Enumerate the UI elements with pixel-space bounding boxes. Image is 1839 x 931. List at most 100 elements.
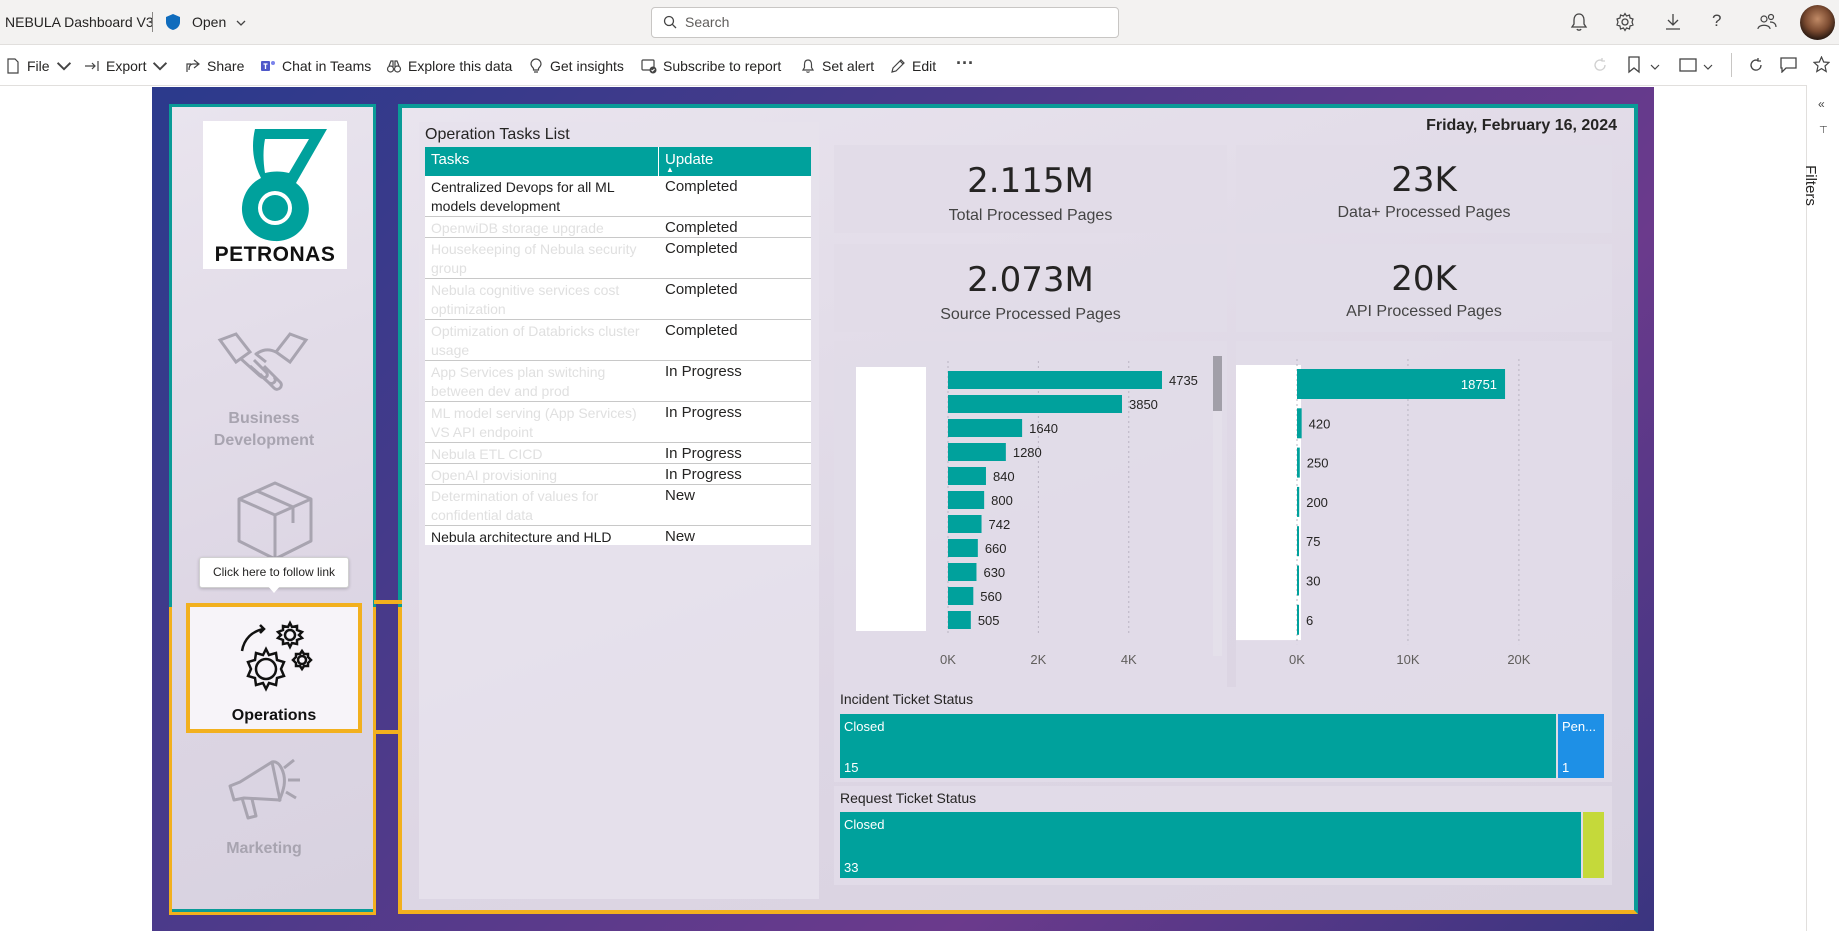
app-header: NEBULA Dashboard V3 Open Search ? bbox=[0, 0, 1839, 45]
chevron-down-icon[interactable] bbox=[1650, 59, 1660, 77]
set-alert-button[interactable]: Set alert bbox=[800, 57, 874, 75]
search-input[interactable]: Search bbox=[685, 14, 729, 30]
nav-business-development[interactable]: Business Development bbox=[204, 330, 324, 470]
file-menu[interactable]: File bbox=[5, 57, 72, 75]
export-menu[interactable]: Export bbox=[84, 57, 168, 75]
status-segment[interactable]: Closed 15 bbox=[840, 714, 1556, 778]
bar-chart-2[interactable]: 0K 10K 20K 18751 420 250 200 75 30 6 bbox=[1228, 341, 1612, 687]
segment-count: 1 bbox=[1562, 760, 1570, 775]
star-icon[interactable] bbox=[1812, 55, 1831, 78]
bookmark-icon[interactable] bbox=[1627, 56, 1641, 79]
chevron-down-icon[interactable] bbox=[236, 15, 246, 33]
bar-data-label: 505 bbox=[978, 613, 1000, 628]
bar[interactable] bbox=[948, 395, 1122, 413]
kpi-label: API Processed Pages bbox=[1346, 303, 1502, 320]
update-cell: Completed bbox=[665, 178, 738, 195]
bar[interactable] bbox=[948, 515, 982, 533]
chevron-down-icon[interactable] bbox=[1703, 59, 1713, 77]
bar[interactable] bbox=[1297, 447, 1300, 478]
nav-box-item[interactable] bbox=[235, 479, 315, 563]
bar[interactable] bbox=[948, 419, 1023, 437]
refresh-icon[interactable] bbox=[1748, 57, 1764, 78]
bar-chart-1[interactable]: 0K 2K 4K 4735 3850 1640 1280 840 800 742 660 630 560… bbox=[834, 341, 1227, 687]
nav-marketing[interactable]: Marketing bbox=[204, 752, 324, 864]
divider bbox=[152, 12, 153, 32]
chat-in-teams-button[interactable]: Chat in Teams bbox=[260, 57, 371, 75]
table-row: OpenAI provisioning In Progress bbox=[425, 464, 811, 485]
avatar[interactable] bbox=[1800, 5, 1835, 40]
task-cell: Nebula cognitive services cost optimizat… bbox=[431, 282, 620, 317]
connector-bottom bbox=[374, 730, 402, 734]
update-cell: New bbox=[665, 528, 696, 545]
kpi-value: 23K bbox=[1391, 160, 1457, 200]
kpi-value: 20K bbox=[1391, 259, 1457, 299]
update-cell: In Progress bbox=[665, 466, 742, 483]
update-cell: Completed bbox=[665, 219, 738, 236]
bar[interactable] bbox=[1297, 565, 1299, 596]
explore-data-button[interactable]: Explore this data bbox=[386, 57, 512, 75]
request-treemap[interactable]: Closed 33 bbox=[840, 812, 1606, 878]
edit-button[interactable]: Edit bbox=[890, 57, 936, 75]
chevron-down-icon bbox=[56, 62, 71, 71]
gears-icon bbox=[240, 620, 313, 692]
help-icon[interactable]: ? bbox=[1712, 11, 1721, 31]
bar[interactable] bbox=[1297, 604, 1299, 635]
collapse-icon[interactable]: « bbox=[1818, 97, 1825, 111]
bar-data-label: 560 bbox=[980, 589, 1002, 604]
binoculars-icon bbox=[386, 60, 402, 73]
status-segment[interactable]: Closed 33 bbox=[840, 812, 1581, 878]
tasks-column-header[interactable]: Tasks bbox=[431, 151, 469, 168]
bar[interactable] bbox=[948, 587, 974, 605]
document-icon bbox=[7, 58, 19, 74]
kpi-card-total: 2.115M Total Processed Pages bbox=[834, 145, 1227, 233]
bell-icon[interactable] bbox=[1570, 12, 1588, 37]
status-dropdown[interactable]: Open bbox=[192, 14, 226, 30]
bar-data-label: 840 bbox=[993, 469, 1015, 484]
nav-operations[interactable]: Operations bbox=[186, 603, 362, 733]
column-divider bbox=[658, 147, 659, 176]
bar-data-label: 660 bbox=[985, 541, 1007, 556]
report-date: Friday, February 16, 2024 bbox=[1426, 117, 1617, 134]
status-segment[interactable]: Pen... 1 bbox=[1558, 714, 1604, 778]
kpi-label: Source Processed Pages bbox=[940, 306, 1121, 323]
scrollbar-thumb[interactable] bbox=[1213, 356, 1222, 411]
get-insights-button[interactable]: Get insights bbox=[528, 57, 624, 75]
nav-marketing-label: Marketing bbox=[226, 840, 302, 857]
bar[interactable] bbox=[1297, 408, 1302, 439]
incident-treemap[interactable]: Closed 15 Pen... 1 bbox=[840, 714, 1606, 778]
bar[interactable] bbox=[948, 539, 978, 557]
kpi-label: Total Processed Pages bbox=[948, 207, 1113, 224]
tasks-card: Operation Tasks List Tasks Update ▲ Cent… bbox=[419, 122, 819, 899]
bar[interactable] bbox=[948, 491, 985, 509]
view-icon[interactable] bbox=[1679, 58, 1697, 77]
bar[interactable] bbox=[948, 611, 971, 629]
filters-pane[interactable]: « ⊤ Filters bbox=[1802, 85, 1839, 931]
tooltip-pointer bbox=[267, 585, 281, 593]
status-segment[interactable] bbox=[1583, 812, 1604, 878]
bar-data-label: 250 bbox=[1307, 456, 1329, 471]
people-icon[interactable] bbox=[1757, 12, 1777, 37]
tasks-title: Operation Tasks List bbox=[425, 126, 570, 143]
bar[interactable] bbox=[948, 371, 1162, 389]
comment-icon[interactable] bbox=[1780, 57, 1797, 78]
task-cell: App Services plan switching between dev … bbox=[431, 364, 606, 399]
table-row: Centralized Devops for all ML models dev… bbox=[425, 176, 811, 217]
bar[interactable] bbox=[948, 467, 986, 485]
share-button[interactable]: Share bbox=[185, 57, 244, 75]
bar-data-label: 200 bbox=[1306, 495, 1328, 510]
tasks-table-body[interactable]: Centralized Devops for all ML models dev… bbox=[425, 176, 811, 545]
bar[interactable] bbox=[1297, 526, 1299, 557]
search-box[interactable]: Search bbox=[651, 7, 1119, 38]
filters-label[interactable]: Filters bbox=[1802, 147, 1836, 227]
filter-icon: ⊤ bbox=[1819, 125, 1828, 136]
bar[interactable] bbox=[948, 443, 1006, 461]
gear-icon[interactable] bbox=[1615, 12, 1635, 37]
bar[interactable] bbox=[948, 563, 977, 581]
more-options-button[interactable]: ··· bbox=[956, 53, 974, 74]
bar[interactable] bbox=[1297, 486, 1300, 517]
subscribe-button[interactable]: Subscribe to report bbox=[641, 57, 781, 75]
category-labels-block bbox=[1228, 365, 1301, 641]
chart-scrollbar[interactable] bbox=[1213, 356, 1222, 656]
segment-label: Closed bbox=[844, 817, 885, 832]
download-icon[interactable] bbox=[1664, 12, 1682, 37]
